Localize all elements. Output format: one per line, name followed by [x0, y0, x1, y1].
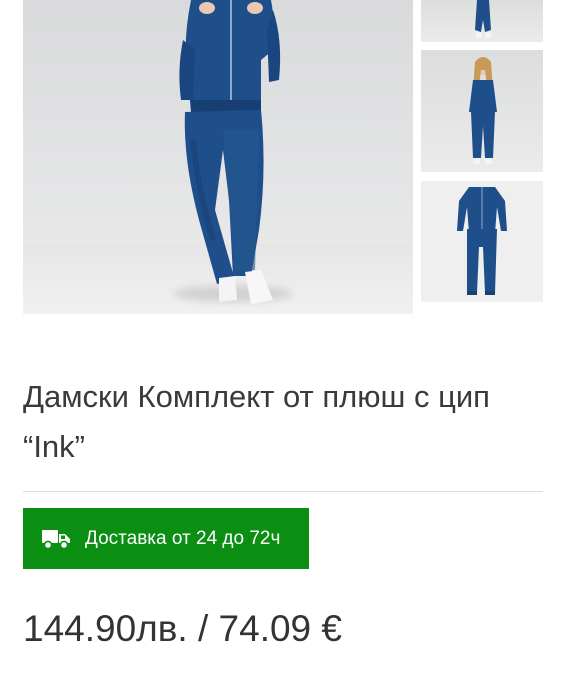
thumbnail-1[interactable]	[421, 0, 543, 42]
thumbnail-3[interactable]	[421, 181, 543, 302]
thumbnail-figure	[469, 57, 497, 164]
main-product-image[interactable]	[23, 0, 413, 314]
thumbnail-figure	[457, 187, 507, 295]
delivery-label: Доставка от 24 до 72ч	[85, 527, 281, 549]
product-title: Дамски Комплект от плюш с цип “Ink”	[23, 379, 490, 464]
model-figure	[179, 0, 281, 304]
product-price: 144.90лв. / 74.09 €	[23, 608, 342, 649]
thumbnail-2[interactable]	[421, 50, 543, 172]
delivery-badge: Доставка от 24 до 72ч	[23, 508, 309, 569]
thumbnail-figure	[475, 0, 491, 38]
divider	[23, 491, 543, 492]
product-page: Дамски Комплект от плюш с цип “Ink” Дост…	[0, 0, 566, 699]
truck-icon	[42, 529, 70, 549]
